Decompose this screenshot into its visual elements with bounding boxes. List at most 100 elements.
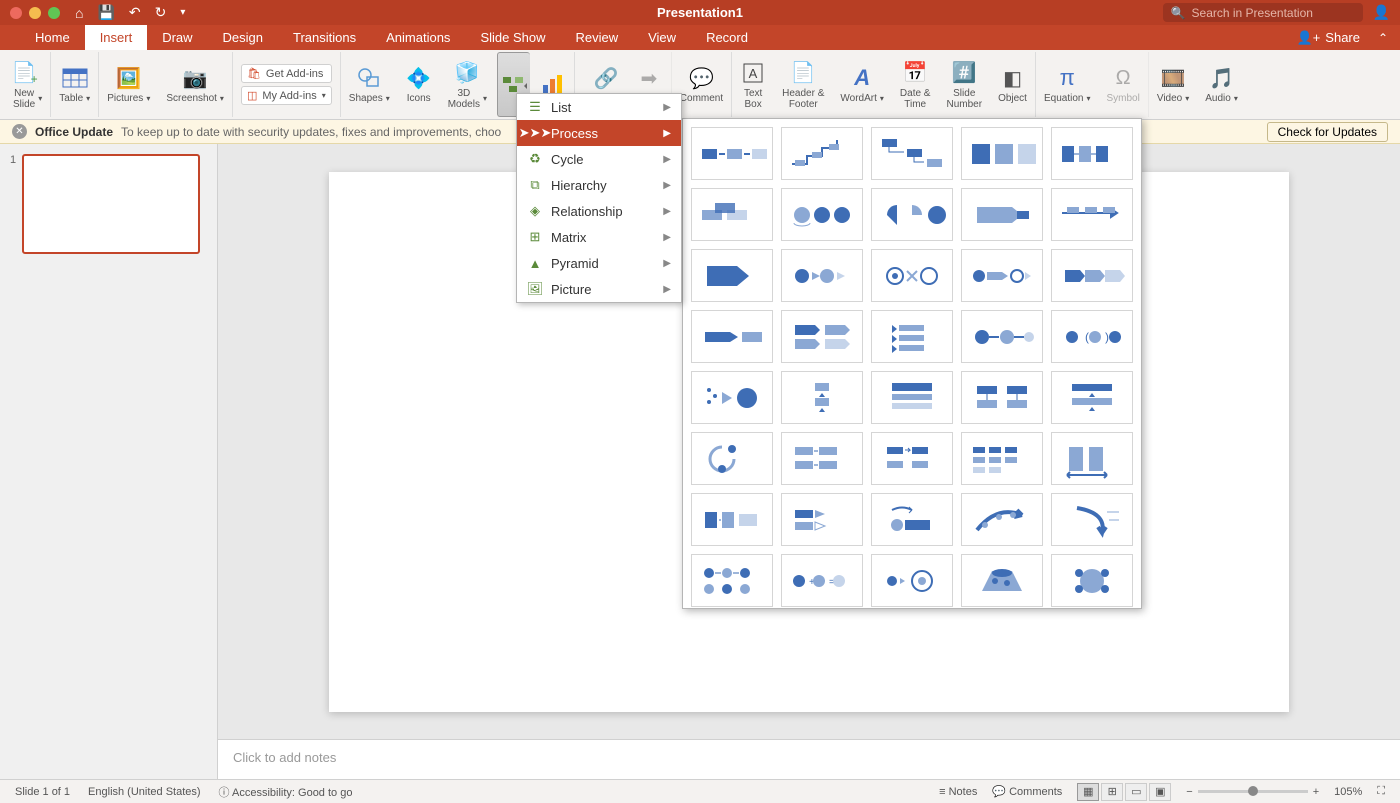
tab-insert[interactable]: Insert: [85, 25, 148, 50]
tab-view[interactable]: View: [633, 25, 691, 50]
equation-button[interactable]: π Equation▾: [1036, 52, 1099, 117]
tab-slideshow[interactable]: Slide Show: [465, 25, 560, 50]
slidenumber-button[interactable]: #️⃣ Slide Number: [938, 52, 990, 117]
smartart-option-13[interactable]: [871, 249, 953, 302]
smartart-option-37[interactable]: +=: [781, 554, 863, 607]
smartart-option-28[interactable]: [871, 432, 953, 485]
menu-item-relationship[interactable]: ◈Relationship▶: [517, 198, 681, 224]
comments-toggle[interactable]: 💬 Comments: [992, 785, 1062, 798]
smartart-option-19[interactable]: [961, 310, 1043, 363]
smartart-option-11[interactable]: [691, 249, 773, 302]
slide-thumbnail-panel[interactable]: 1: [0, 144, 218, 779]
smartart-option-35[interactable]: [1051, 493, 1133, 546]
datetime-button[interactable]: 📅 Date & Time: [892, 52, 939, 117]
smartart-option-3[interactable]: [871, 127, 953, 180]
tab-transitions[interactable]: Transitions: [278, 25, 371, 50]
smartart-option-36[interactable]: [691, 554, 773, 607]
smartart-option-32[interactable]: [781, 493, 863, 546]
search-input[interactable]: 🔍 Search in Presentation: [1163, 3, 1363, 22]
smartart-option-5[interactable]: [1051, 127, 1133, 180]
table-button[interactable]: Table▾: [51, 52, 99, 117]
smartart-option-10[interactable]: [1051, 188, 1133, 241]
check-updates-button[interactable]: Check for Updates: [1267, 122, 1388, 142]
smartart-option-31[interactable]: [691, 493, 773, 546]
minimize-window-button[interactable]: [29, 7, 41, 19]
notes-pane[interactable]: Click to add notes: [218, 739, 1400, 779]
slideshow-view-button[interactable]: ▣: [1149, 783, 1171, 801]
status-accessibility[interactable]: ⓘ Accessibility: Good to go: [219, 784, 353, 800]
smartart-option-1[interactable]: [691, 127, 773, 180]
smartart-option-27[interactable]: [781, 432, 863, 485]
smartart-option-30[interactable]: [1051, 432, 1133, 485]
new-slide-button[interactable]: 📄+ New Slide▾: [5, 52, 51, 117]
redo-icon[interactable]: ↻: [155, 4, 167, 21]
pictures-button[interactable]: 🖼️ Pictures▾: [99, 52, 158, 117]
menu-item-picture[interactable]: 🖼Picture▶: [517, 276, 681, 302]
icons-button[interactable]: 💠 Icons: [398, 52, 440, 117]
home-icon[interactable]: ⌂: [75, 5, 83, 21]
notes-toggle[interactable]: ≡ Notes: [939, 786, 977, 798]
qat-more-icon[interactable]: ▾: [180, 7, 185, 18]
menu-item-pyramid[interactable]: ▲Pyramid▶: [517, 250, 681, 276]
tab-record[interactable]: Record: [691, 25, 763, 50]
slide-thumbnail-1[interactable]: [22, 154, 200, 254]
sorter-view-button[interactable]: ⊞: [1101, 783, 1123, 801]
screenshot-button[interactable]: 📷 Screenshot▾: [158, 52, 233, 117]
smartart-option-23[interactable]: [871, 371, 953, 424]
menu-item-matrix[interactable]: ⊞Matrix▶: [517, 224, 681, 250]
smartart-option-8[interactable]: [871, 188, 953, 241]
video-button[interactable]: 🎞️ Video▾: [1149, 52, 1197, 117]
smartart-option-18[interactable]: [871, 310, 953, 363]
smartart-option-14[interactable]: [961, 249, 1043, 302]
close-window-button[interactable]: [10, 7, 22, 19]
smartart-option-33[interactable]: [871, 493, 953, 546]
status-slide-count[interactable]: Slide 1 of 1: [15, 786, 70, 798]
smartart-option-40[interactable]: [1051, 554, 1133, 607]
smartart-gallery[interactable]: ()+=: [682, 118, 1142, 609]
save-icon[interactable]: 💾: [97, 4, 114, 21]
share-button[interactable]: 👤+ Share: [1297, 30, 1360, 46]
3d-models-button[interactable]: 🧊 3D Models▾: [440, 52, 495, 117]
tab-review[interactable]: Review: [560, 25, 633, 50]
header-footer-button[interactable]: 📄 Header & Footer: [774, 52, 832, 117]
audio-button[interactable]: 🎵 Audio▾: [1197, 52, 1246, 117]
shapes-button[interactable]: Shapes▾: [341, 52, 398, 117]
fit-to-window-button[interactable]: ⛶: [1377, 785, 1385, 798]
close-notification-button[interactable]: ✕: [12, 124, 27, 139]
smartart-option-16[interactable]: [691, 310, 773, 363]
smartart-option-26[interactable]: [691, 432, 773, 485]
menu-item-process[interactable]: ➤➤➤Process▶: [517, 120, 681, 146]
smartart-option-38[interactable]: [871, 554, 953, 607]
object-button[interactable]: ◧ Object: [990, 52, 1036, 117]
get-addins-button[interactable]: 🛍Get Add-ins: [241, 64, 332, 83]
smartart-option-4[interactable]: [961, 127, 1043, 180]
account-icon[interactable]: 👤: [1373, 4, 1390, 21]
tab-draw[interactable]: Draw: [147, 25, 207, 50]
smartart-option-6[interactable]: [691, 188, 773, 241]
smartart-option-9[interactable]: [961, 188, 1043, 241]
smartart-option-39[interactable]: [961, 554, 1043, 607]
maximize-window-button[interactable]: [48, 7, 60, 19]
zoom-in-button[interactable]: +: [1313, 786, 1319, 798]
zoom-out-button[interactable]: −: [1186, 786, 1192, 798]
symbol-button[interactable]: Ω Symbol: [1098, 52, 1148, 117]
tab-home[interactable]: Home: [20, 25, 85, 50]
smartart-option-7[interactable]: [781, 188, 863, 241]
status-language[interactable]: English (United States): [88, 786, 201, 798]
zoom-level[interactable]: 105%: [1334, 786, 1362, 798]
smartart-option-2[interactable]: [781, 127, 863, 180]
wordart-button[interactable]: A WordArt▾: [832, 52, 892, 117]
smartart-option-22[interactable]: [781, 371, 863, 424]
tab-animations[interactable]: Animations: [371, 25, 465, 50]
menu-item-list[interactable]: ☰List▶: [517, 94, 681, 120]
smartart-option-15[interactable]: [1051, 249, 1133, 302]
my-addins-button[interactable]: ◫My Add-ins▾: [241, 86, 332, 105]
smartart-option-34[interactable]: [961, 493, 1043, 546]
smartart-option-25[interactable]: [1051, 371, 1133, 424]
smartart-option-17[interactable]: [781, 310, 863, 363]
menu-item-hierarchy[interactable]: ⧉Hierarchy▶: [517, 172, 681, 198]
collapse-ribbon-icon[interactable]: ⌃: [1378, 31, 1388, 45]
zoom-thumb[interactable]: [1248, 786, 1258, 796]
zoom-slider[interactable]: [1198, 790, 1308, 793]
smartart-option-24[interactable]: [961, 371, 1043, 424]
